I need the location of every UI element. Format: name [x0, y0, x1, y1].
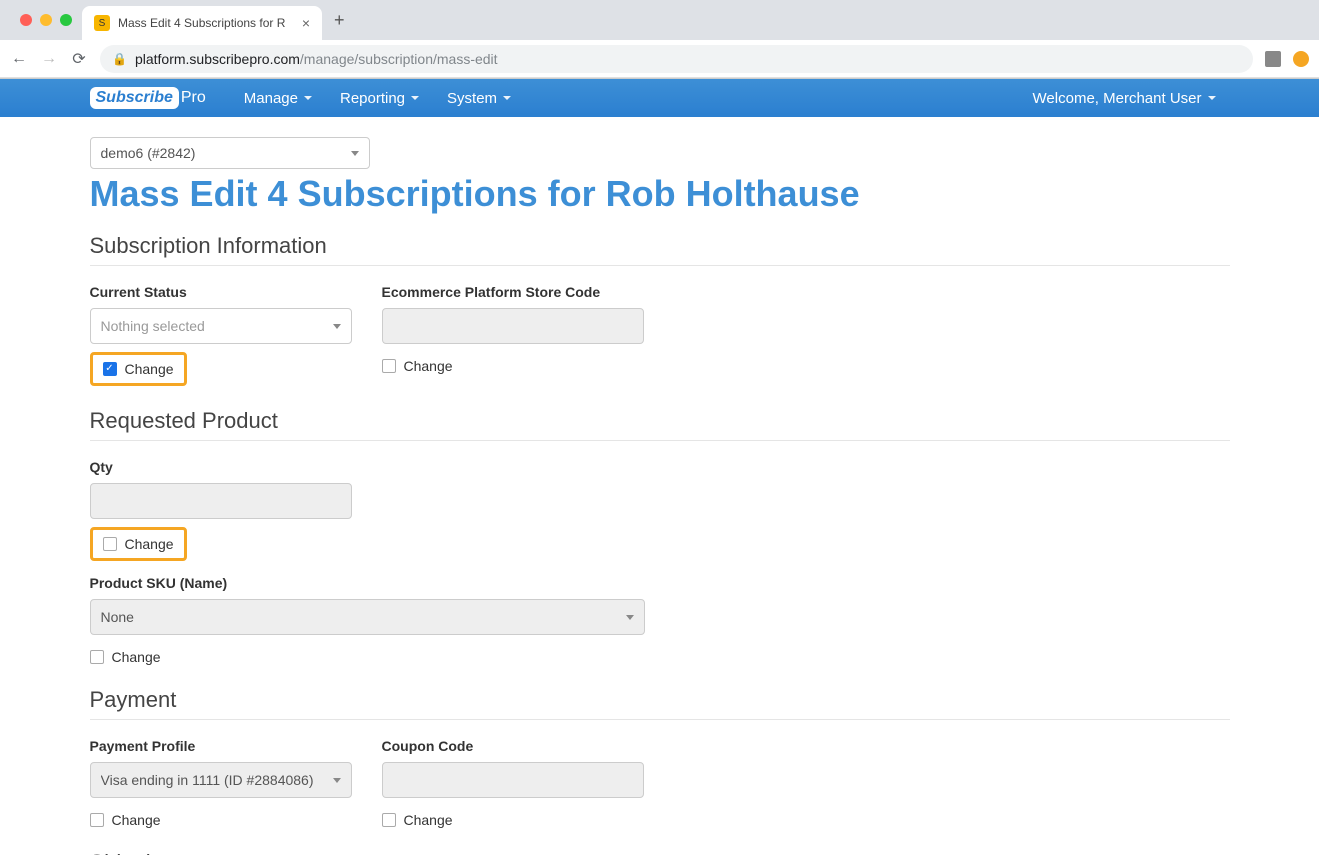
change-product-sku-checkbox[interactable]: [90, 650, 104, 664]
logo[interactable]: Subscribe Pro: [90, 87, 206, 109]
label-current-status: Current Status: [90, 284, 352, 300]
account-selector[interactable]: demo6 (#2842): [90, 137, 370, 169]
app-navbar: Subscribe Pro Manage Reporting System We…: [0, 79, 1319, 117]
change-label: Change: [404, 812, 453, 828]
window-close-button[interactable]: [20, 14, 32, 26]
change-label: Change: [112, 649, 161, 665]
chevron-down-icon: [411, 96, 419, 100]
browser-toolbar: ← → ⟳ 🔒 platform.subscribepro.com/manage…: [0, 40, 1319, 78]
chevron-down-icon: [1208, 96, 1216, 100]
extension-icon[interactable]: [1293, 51, 1309, 67]
store-code-input[interactable]: [382, 308, 644, 344]
extension-icon[interactable]: [1265, 51, 1281, 67]
current-status-select[interactable]: Nothing selected: [90, 308, 352, 344]
change-coupon-code-checkbox[interactable]: [382, 813, 396, 827]
chevron-down-icon: [304, 96, 312, 100]
account-selected: demo6 (#2842): [101, 145, 196, 161]
nav-system[interactable]: System: [433, 79, 525, 117]
label-product-sku: Product SKU (Name): [90, 575, 645, 591]
page-container: demo6 (#2842) Mass Edit 4 Subscriptions …: [90, 117, 1230, 855]
logo-pro: Pro: [181, 89, 206, 107]
chevron-down-icon: [333, 324, 341, 329]
url-path: /manage/subscription/mass-edit: [300, 51, 498, 67]
tab-bar: S Mass Edit 4 Subscriptions for R × +: [0, 0, 1319, 40]
nav-label: System: [447, 90, 497, 107]
payment-profile-select[interactable]: Visa ending in 1111 (ID #2884086): [90, 762, 352, 798]
change-qty-checkbox[interactable]: [103, 537, 117, 551]
logo-subscribe: Subscribe: [90, 87, 179, 109]
lock-icon: 🔒: [112, 52, 127, 66]
forward-button[interactable]: →: [40, 50, 58, 68]
favicon-icon: S: [94, 15, 110, 31]
section-subscription-info: Subscription Information: [90, 233, 1230, 266]
label-coupon-code: Coupon Code: [382, 738, 644, 754]
welcome-label: Welcome, Merchant User: [1033, 90, 1202, 107]
browser-chrome: S Mass Edit 4 Subscriptions for R × + ← …: [0, 0, 1319, 79]
select-value: None: [101, 609, 134, 625]
new-tab-button[interactable]: +: [322, 10, 357, 31]
tab-close-button[interactable]: ×: [302, 15, 310, 31]
label-qty: Qty: [90, 459, 352, 475]
nav-label: Manage: [244, 90, 298, 107]
chevron-down-icon: [351, 151, 359, 156]
nav-reporting[interactable]: Reporting: [326, 79, 433, 117]
change-status-checkbox[interactable]: [103, 362, 117, 376]
qty-input[interactable]: [90, 483, 352, 519]
browser-tab[interactable]: S Mass Edit 4 Subscriptions for R ×: [82, 6, 322, 40]
change-label: Change: [125, 361, 174, 377]
coupon-code-input[interactable]: [382, 762, 644, 798]
page-title: Mass Edit 4 Subscriptions for Rob Holtha…: [90, 173, 1230, 215]
highlight-change-status: Change: [90, 352, 187, 386]
highlight-change-qty: Change: [90, 527, 187, 561]
extension-icons: [1265, 51, 1309, 67]
chevron-down-icon: [333, 778, 341, 783]
back-button[interactable]: ←: [10, 50, 28, 68]
chevron-down-icon: [503, 96, 511, 100]
section-payment: Payment: [90, 687, 1230, 720]
page-scroll[interactable]: demo6 (#2842) Mass Edit 4 Subscriptions …: [0, 117, 1319, 855]
url-host: platform.subscribepro.com: [135, 51, 300, 67]
nav-label: Reporting: [340, 90, 405, 107]
reload-button[interactable]: ⟳: [70, 49, 88, 69]
window-controls: [10, 14, 82, 26]
change-label: Change: [404, 358, 453, 374]
select-value: Visa ending in 1111 (ID #2884086): [101, 772, 314, 788]
chevron-down-icon: [626, 615, 634, 620]
change-payment-profile-checkbox[interactable]: [90, 813, 104, 827]
nav-user-menu[interactable]: Welcome, Merchant User: [1019, 79, 1230, 117]
change-store-code-checkbox[interactable]: [382, 359, 396, 373]
nav-manage[interactable]: Manage: [230, 79, 326, 117]
change-label: Change: [112, 812, 161, 828]
window-minimize-button[interactable]: [40, 14, 52, 26]
tab-title: Mass Edit 4 Subscriptions for R: [118, 16, 294, 30]
section-requested-product: Requested Product: [90, 408, 1230, 441]
window-maximize-button[interactable]: [60, 14, 72, 26]
select-placeholder: Nothing selected: [101, 318, 205, 334]
change-label: Change: [125, 536, 174, 552]
product-sku-select[interactable]: None: [90, 599, 645, 635]
url-bar[interactable]: 🔒 platform.subscribepro.com/manage/subsc…: [100, 45, 1253, 73]
label-store-code: Ecommerce Platform Store Code: [382, 284, 644, 300]
section-shipping: Shipping: [90, 850, 1230, 855]
label-payment-profile: Payment Profile: [90, 738, 352, 754]
